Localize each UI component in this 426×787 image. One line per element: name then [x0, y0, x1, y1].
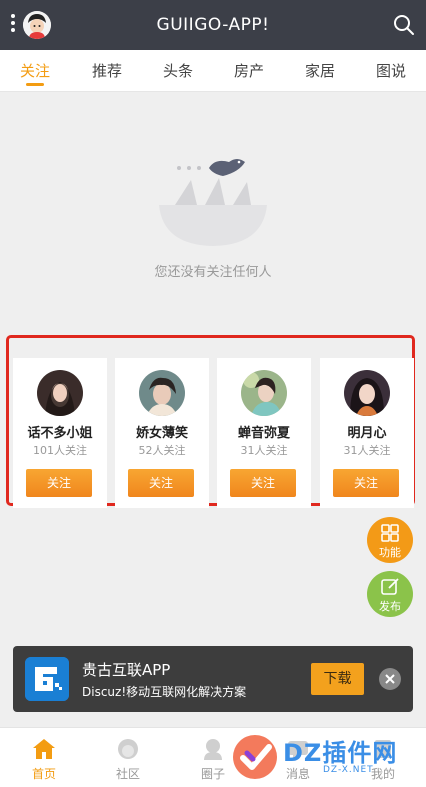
follow-button[interactable]: 关注: [230, 469, 296, 497]
category-tabs: 关注 推荐 头条 房产 家居 图说: [0, 50, 426, 92]
circle-icon: [204, 739, 222, 760]
follow-button[interactable]: 关注: [333, 469, 399, 497]
follower-count: 31人关注: [343, 444, 391, 457]
search-icon[interactable]: [392, 13, 416, 37]
user-avatar[interactable]: [37, 370, 83, 416]
follow-button[interactable]: 关注: [128, 469, 194, 497]
watermark-brand: DZ插件网: [283, 739, 398, 767]
post-label: 发布: [379, 600, 401, 613]
recommend-card: 蝉音弥夏 31人关注 关注: [217, 358, 311, 508]
user-name: 明月心: [347, 426, 387, 441]
user-avatar[interactable]: [344, 370, 390, 416]
tab-recommend[interactable]: 推荐: [77, 50, 137, 92]
close-icon[interactable]: [379, 668, 401, 690]
tabbar-label: 首页: [31, 767, 56, 781]
follower-count: 31人关注: [240, 444, 288, 457]
tab-headlines[interactable]: 头条: [148, 50, 208, 92]
follower-count: 101人关注: [33, 444, 87, 457]
user-avatar[interactable]: [241, 370, 287, 416]
community-icon: [118, 739, 138, 759]
tab-real-estate[interactable]: 房产: [219, 50, 279, 92]
empty-nest-illustration: [153, 150, 273, 250]
post-button[interactable]: 发布: [367, 571, 413, 617]
empty-message: 您还没有关注任何人: [154, 265, 272, 280]
app-title: GUIIGO-APP!: [156, 15, 270, 35]
home-icon: [33, 739, 55, 759]
user-name: 话不多小姐: [27, 426, 93, 441]
app-name: 贵古互联APP: [82, 661, 171, 679]
app-download-banner[interactable]: 贵古互联APP Discuz!移动互联网化解决方案 下载: [13, 646, 413, 712]
recommend-card: 娇女薄笑 52人关注 关注: [115, 358, 209, 508]
user-avatar[interactable]: [139, 370, 185, 416]
app-logo: [25, 657, 69, 701]
edit-icon: [381, 578, 399, 595]
watermark-logo-icon: [233, 735, 277, 779]
tabbar-item-community[interactable]: 社区: [98, 728, 158, 787]
app-header: GUIIGO-APP!: [0, 0, 426, 50]
user-name: 蝉音弥夏: [237, 426, 290, 441]
tab-home[interactable]: 家居: [290, 50, 350, 92]
recommend-card: 话不多小姐 101人关注 关注: [13, 358, 107, 508]
active-tab-indicator: [26, 83, 44, 86]
site-watermark: DZ插件网 DZ-X.NET: [229, 727, 419, 785]
tabbar-label: 社区: [115, 767, 140, 781]
download-button[interactable]: 下载: [311, 663, 364, 695]
watermark-url: DZ-X.NET: [323, 765, 374, 775]
tabbar-item-home[interactable]: 首页: [14, 728, 74, 787]
user-name: 娇女薄笑: [135, 426, 188, 441]
follow-button[interactable]: 关注: [26, 469, 92, 497]
app-description: Discuz!移动互联网化解决方案: [82, 685, 247, 699]
grid-icon: [381, 524, 399, 542]
follower-count: 52人关注: [138, 444, 186, 457]
recommend-card: 明月心 31人关注 关注: [320, 358, 414, 508]
function-label: 功能: [379, 546, 401, 559]
tab-photo[interactable]: 图说: [361, 50, 421, 92]
function-button[interactable]: 功能: [367, 517, 413, 563]
